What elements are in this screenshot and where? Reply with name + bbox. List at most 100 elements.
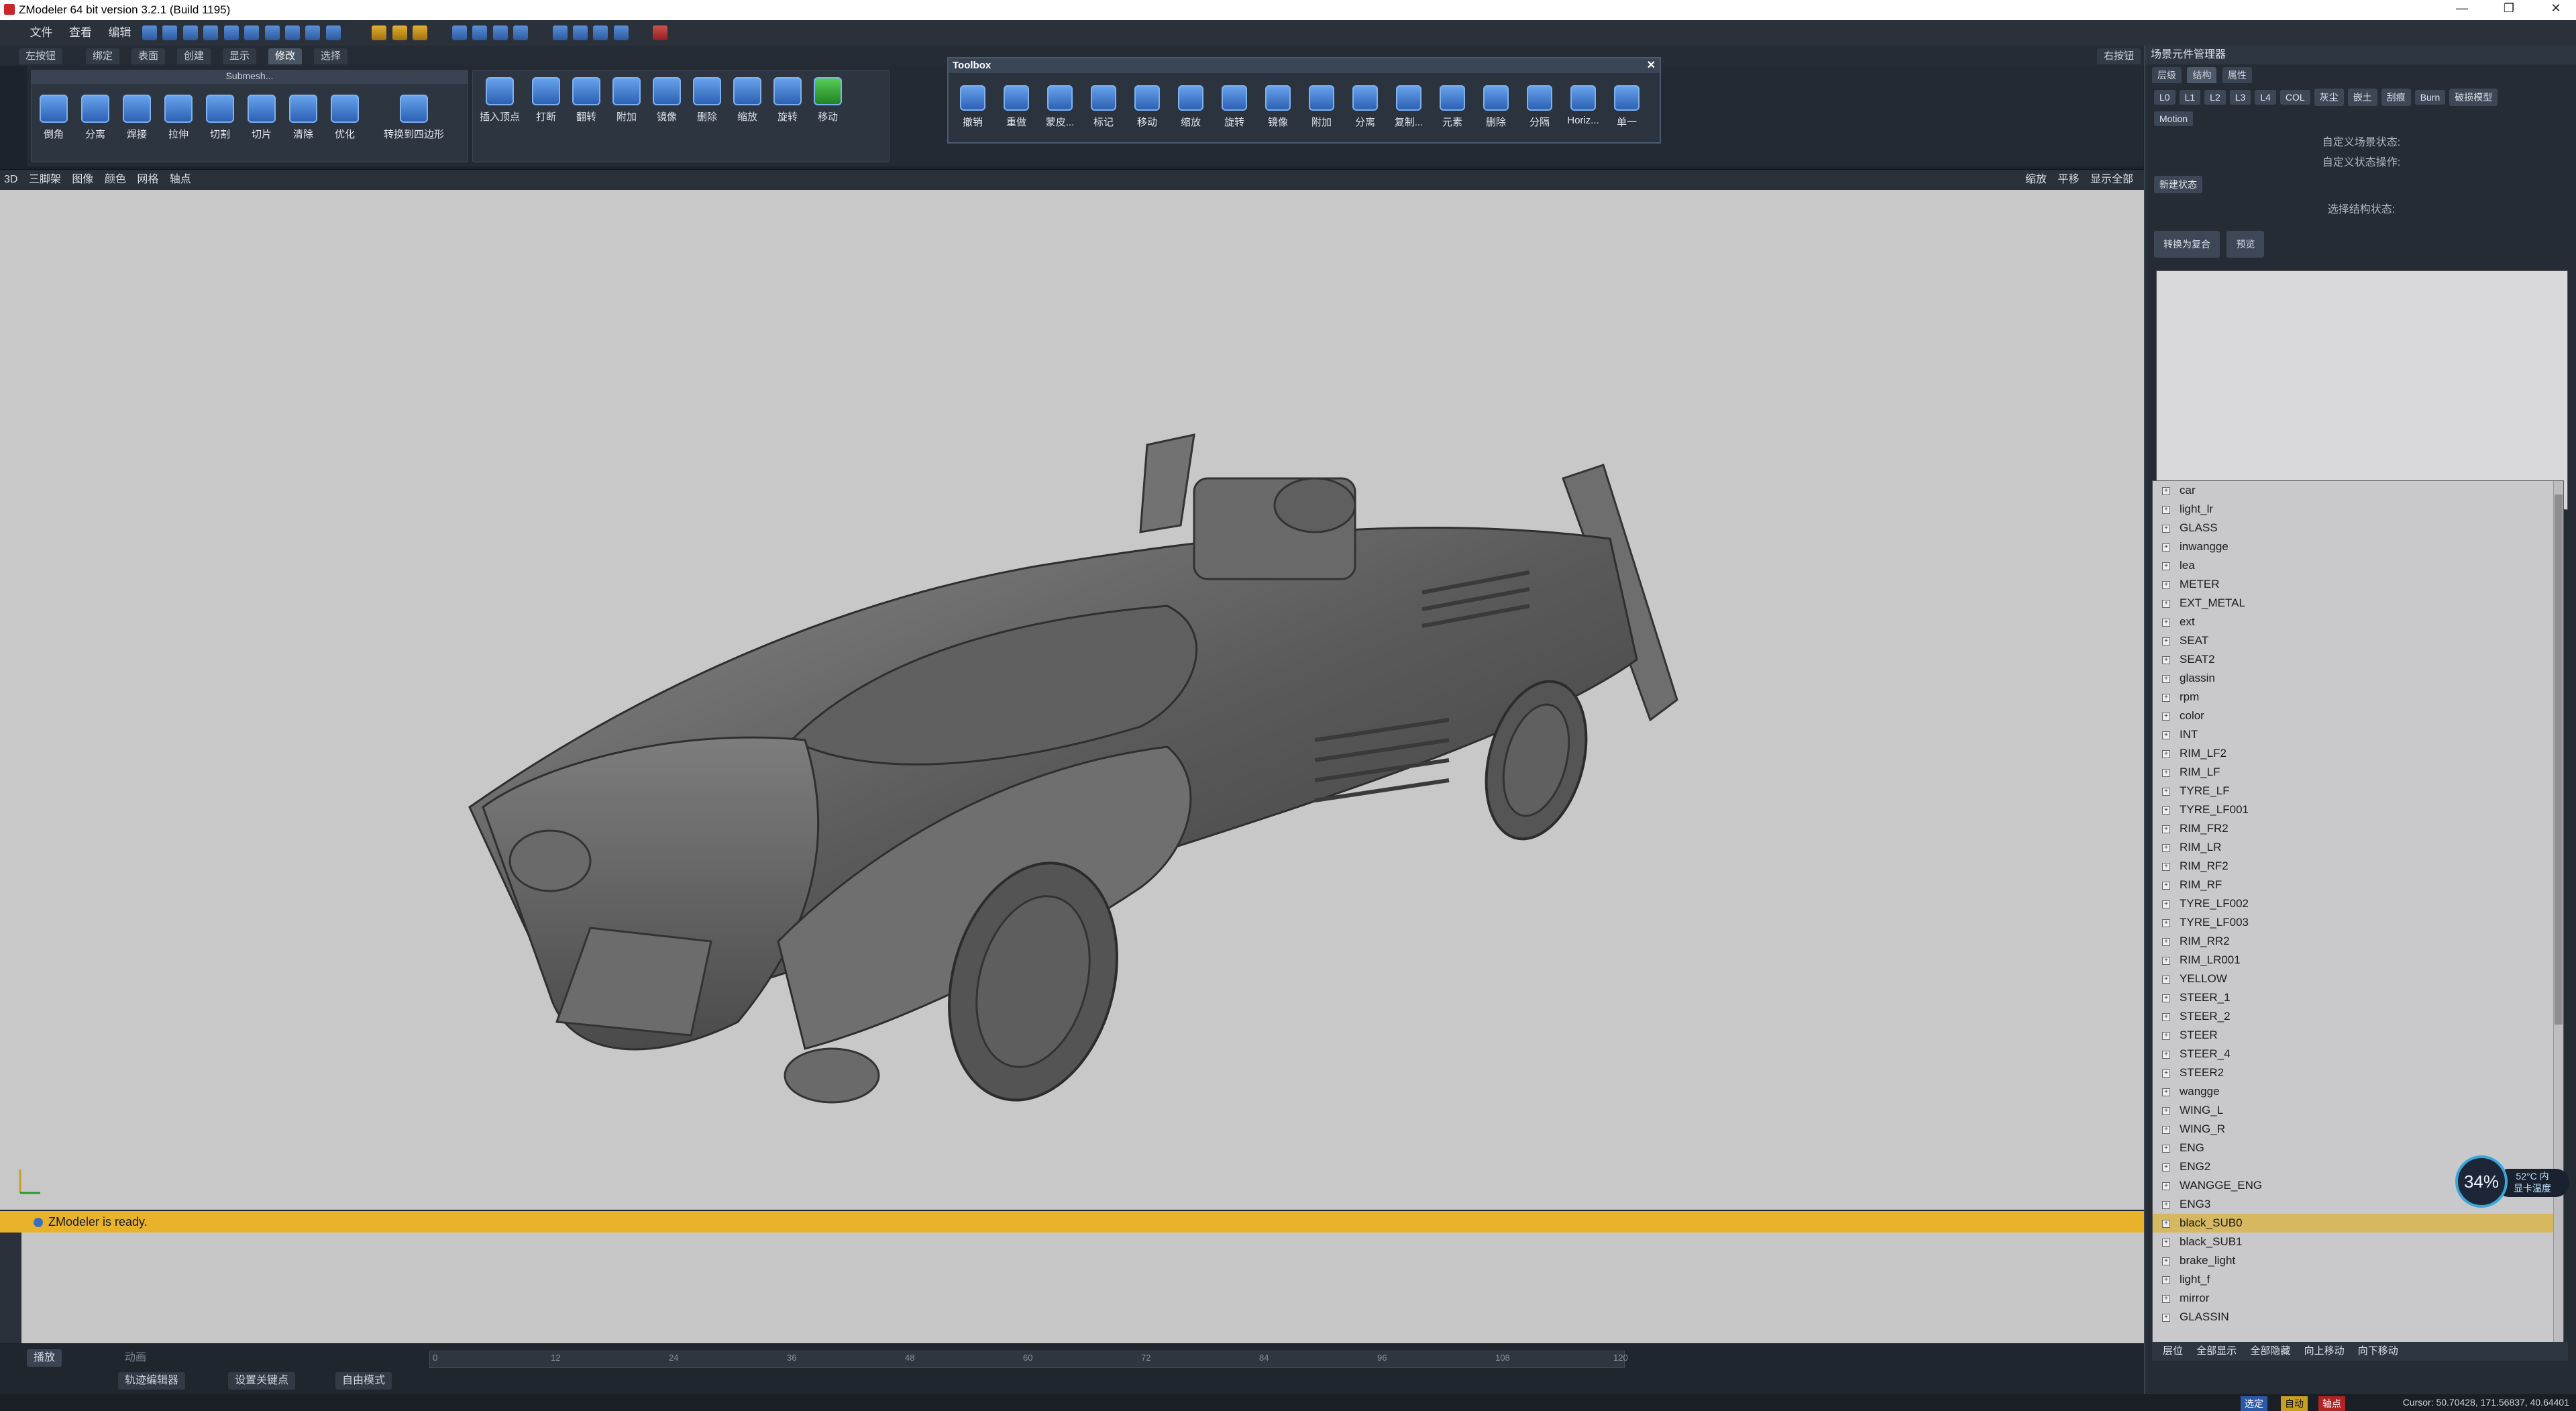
lod-button-5[interactable]: COL xyxy=(2279,90,2310,105)
expand-icon[interactable]: + xyxy=(2162,1069,2170,1078)
new-state-button[interactable]: 新建状态 xyxy=(2154,176,2202,193)
redo-icon[interactable] xyxy=(264,25,280,40)
expand-icon[interactable]: + xyxy=(2162,1013,2170,1021)
expand-icon[interactable]: + xyxy=(2162,1126,2170,1134)
menu-view[interactable]: 查看 xyxy=(62,20,99,46)
scene-item[interactable]: + STEER_1 xyxy=(2153,988,2563,1007)
expand-icon[interactable]: + xyxy=(2162,844,2170,852)
scene-item[interactable]: + color xyxy=(2153,707,2563,725)
expand-icon[interactable]: + xyxy=(2162,1201,2170,1209)
expand-icon[interactable]: + xyxy=(2162,543,2170,552)
gpu-monitor-widget[interactable]: 52°C 内显卡温度 34% xyxy=(2455,1155,2569,1209)
tab-select[interactable]: 选择 xyxy=(314,48,348,64)
record-icon[interactable] xyxy=(653,25,668,40)
hide-all-objects-button[interactable]: 全部隐藏 xyxy=(2250,1345,2290,1357)
scene-item[interactable]: + TYRE_LF003 xyxy=(2153,913,2563,932)
scene-item[interactable]: + RIM_RF xyxy=(2153,876,2563,894)
scene-item[interactable]: + black_SUB1 xyxy=(2153,1233,2563,1251)
expand-icon[interactable]: + xyxy=(2162,713,2170,721)
scene-item[interactable]: + inwangge xyxy=(2153,537,2563,556)
expand-icon[interactable]: + xyxy=(2162,769,2170,777)
toolbox-tool-3[interactable]: 标记 xyxy=(1082,85,1125,129)
expand-icon[interactable]: + xyxy=(2162,1220,2170,1228)
zoom-button[interactable]: 缩放 xyxy=(2021,170,2051,190)
axis-y-icon[interactable] xyxy=(413,25,428,40)
move-button[interactable]: 移动 xyxy=(808,77,847,123)
toolbox-tool-9[interactable]: 分离 xyxy=(1344,85,1387,129)
break-button[interactable]: 打断 xyxy=(527,77,566,123)
scene-scroll-thumb[interactable] xyxy=(2555,494,2563,1025)
scene-item[interactable]: + rpm xyxy=(2153,688,2563,707)
toolbox-header[interactable]: Toolbox ✕ xyxy=(949,58,1660,73)
expand-icon[interactable]: + xyxy=(2162,1088,2170,1096)
toolbox-tool-14[interactable]: Horiz... xyxy=(1562,85,1605,126)
toolbox-tool-1[interactable]: 重做 xyxy=(995,85,1038,129)
help-icon[interactable] xyxy=(162,25,178,40)
expand-icon[interactable]: + xyxy=(2162,1051,2170,1059)
scene-item[interactable]: + INT xyxy=(2153,725,2563,744)
expand-icon[interactable]: + xyxy=(2162,694,2170,702)
expand-icon[interactable]: + xyxy=(2162,600,2170,608)
expand-icon[interactable]: + xyxy=(2162,506,2170,514)
expand-icon[interactable]: + xyxy=(2162,938,2170,946)
toolbox-tool-2[interactable]: 蒙皮... xyxy=(1038,85,1081,129)
extrude-button[interactable]: 拉伸 xyxy=(159,95,198,141)
console-area[interactable] xyxy=(0,1233,2144,1343)
scene-item[interactable]: + STEER_4 xyxy=(2153,1045,2563,1063)
tab-display[interactable]: 显示 xyxy=(223,48,257,64)
lod-button-3[interactable]: L3 xyxy=(2229,90,2251,105)
expand-icon[interactable]: + xyxy=(2162,1032,2170,1040)
expand-icon[interactable]: + xyxy=(2162,1163,2170,1171)
scene-item[interactable]: + TYRE_LF001 xyxy=(2153,800,2563,819)
scene-scrollbar[interactable] xyxy=(2553,481,2563,1360)
wireframe-icon[interactable] xyxy=(513,25,529,40)
tab-modify[interactable]: 修改 xyxy=(268,48,303,64)
expand-icon[interactable]: + xyxy=(2162,562,2170,570)
expand-icon[interactable]: + xyxy=(2162,1257,2170,1265)
weld-button[interactable]: 焊接 xyxy=(117,95,156,141)
tab-create[interactable]: 创建 xyxy=(177,48,211,64)
expand-icon[interactable]: + xyxy=(2162,1107,2170,1115)
scene-item[interactable]: + wangge xyxy=(2153,1082,2563,1101)
expand-icon[interactable]: + xyxy=(2162,1276,2170,1284)
tab-properties[interactable]: 属性 xyxy=(2222,67,2252,83)
scene-item[interactable]: + GLASS xyxy=(2153,519,2563,537)
toolbox-tool-10[interactable]: 复制... xyxy=(1387,85,1430,129)
scene-item[interactable]: + light_f xyxy=(2153,1270,2563,1289)
expand-icon[interactable]: + xyxy=(2162,976,2170,984)
toolbox-tool-8[interactable]: 附加 xyxy=(1300,85,1343,129)
tripod-toggle[interactable]: 三脚架 xyxy=(25,170,65,190)
lod-button-10[interactable]: 破损模型 xyxy=(2449,89,2498,106)
lod-button-7[interactable]: 嵌土 xyxy=(2347,89,2377,106)
expand-icon[interactable]: + xyxy=(2162,788,2170,796)
motion-dropdown[interactable]: Motion xyxy=(2154,111,2194,126)
expand-icon[interactable]: + xyxy=(2162,1314,2170,1322)
lod-button-8[interactable]: 刮痕 xyxy=(2381,89,2411,106)
scene-item[interactable]: + RIM_LF xyxy=(2153,763,2563,782)
scene-item[interactable]: + SEAT xyxy=(2153,631,2563,650)
toolbox-tool-5[interactable]: 缩放 xyxy=(1169,85,1212,129)
toolbox-tool-7[interactable]: 镜像 xyxy=(1256,85,1299,129)
expand-icon[interactable]: + xyxy=(2162,581,2170,589)
move-down-button[interactable]: 向下移动 xyxy=(2358,1345,2398,1357)
toolbox-tool-4[interactable]: 移动 xyxy=(1126,85,1169,129)
grid-icon[interactable] xyxy=(472,25,488,40)
expand-icon[interactable]: + xyxy=(2162,619,2170,627)
scene-item[interactable]: + ext xyxy=(2153,613,2563,631)
color-toggle[interactable]: 颜色 xyxy=(101,170,130,190)
track-editor-button[interactable]: 轨迹编辑器 xyxy=(118,1372,186,1390)
auto-indicator[interactable]: 自动 xyxy=(2281,1396,2308,1411)
show-all-objects-button[interactable]: 全部显示 xyxy=(2196,1345,2237,1357)
menu-file[interactable]: 文件 xyxy=(23,20,59,46)
axis-x-icon[interactable] xyxy=(392,25,407,40)
close-button[interactable]: ✕ xyxy=(2542,1,2569,15)
expand-icon[interactable]: + xyxy=(2162,1182,2170,1190)
show-all-button[interactable]: 显示全部 xyxy=(2086,170,2137,190)
clear-button[interactable]: 清除 xyxy=(284,95,323,141)
timeline-ruler[interactable]: 0 12 24 36 48 60 72 84 96 108 120 xyxy=(429,1351,1628,1368)
scene-item[interactable]: + GLASSIN xyxy=(2153,1308,2563,1326)
toolbox-tool-11[interactable]: 元素 xyxy=(1431,85,1474,129)
scene-item[interactable]: + RIM_RF2 xyxy=(2153,857,2563,876)
detach-button[interactable]: 分离 xyxy=(76,95,115,141)
mirror-icon[interactable] xyxy=(613,25,629,40)
